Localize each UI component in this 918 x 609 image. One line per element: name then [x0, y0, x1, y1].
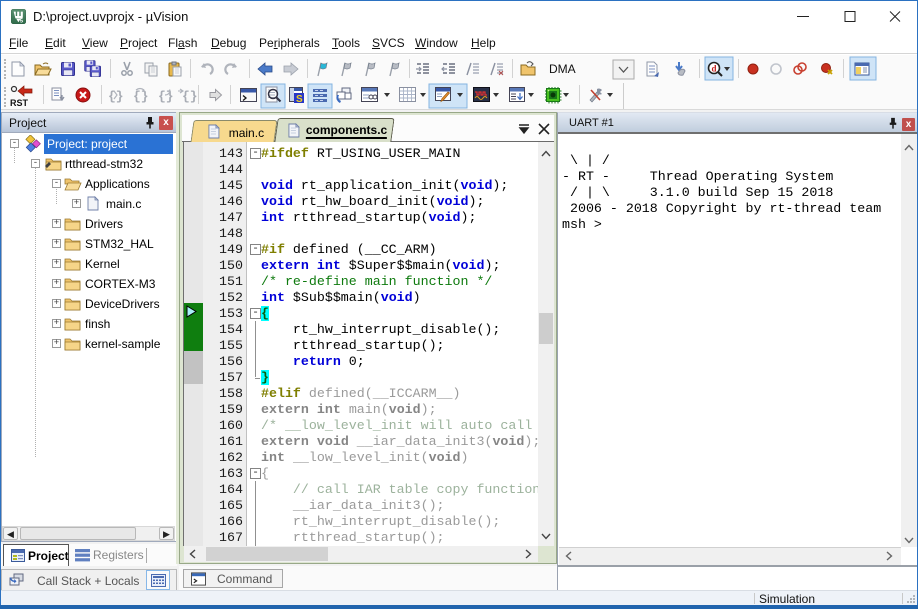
svg-text:{}: {} — [158, 89, 174, 104]
svg-text:{}: {} — [182, 89, 198, 104]
svg-text:{}: {} — [133, 89, 149, 104]
svg-text:DMA: DMA — [549, 62, 576, 76]
svg-text:d: d — [711, 64, 716, 74]
svg-text:RST: RST — [10, 98, 29, 108]
svg-text:S: S — [296, 94, 303, 105]
